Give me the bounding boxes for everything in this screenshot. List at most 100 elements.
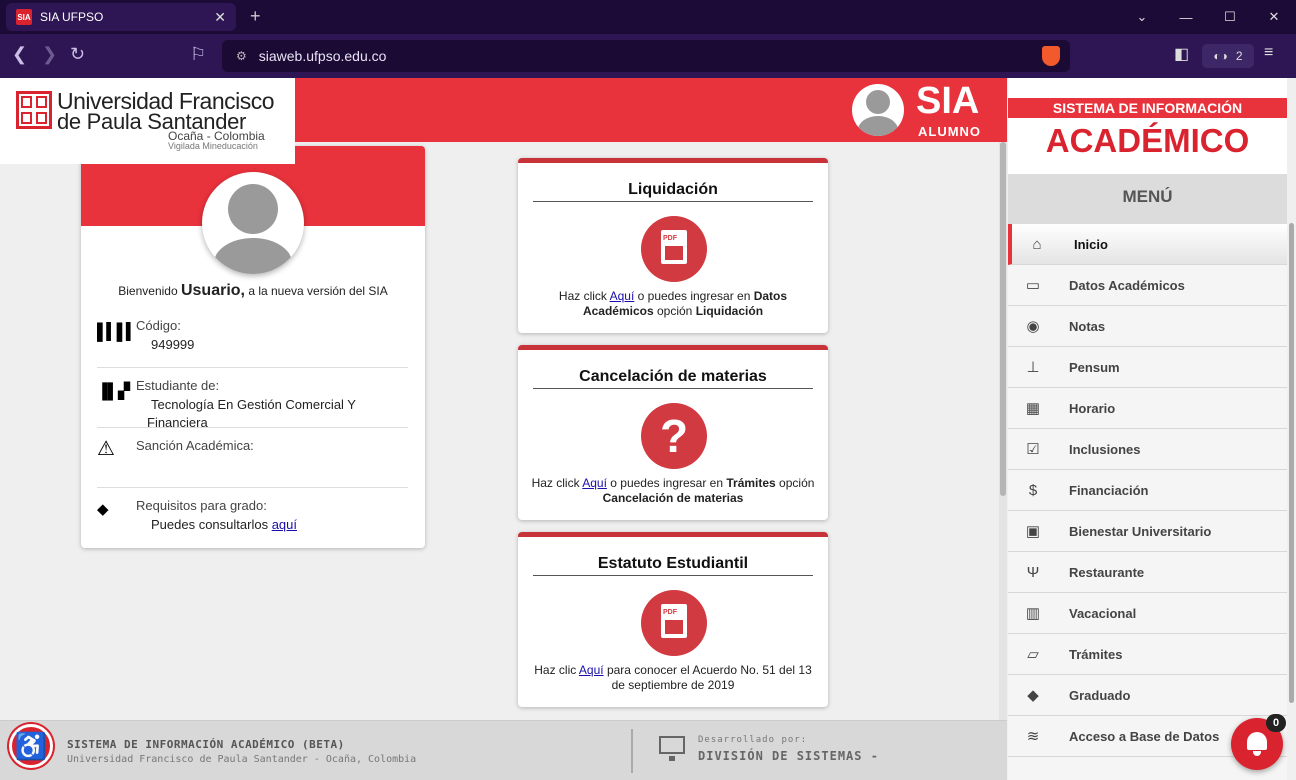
footer-divider [631, 729, 633, 773]
sidebar-item-graduado[interactable]: ◆ Graduado [1008, 675, 1287, 716]
url-text: siaweb.ufpso.edu.co [258, 48, 387, 64]
sidebar-item-datos-academicos[interactable]: ▭ Datos Académicos [1008, 265, 1287, 306]
codigo-value: 949999 [151, 337, 195, 352]
sidebar-item-bienestar-universitario[interactable]: ▣ Bienestar Universitario [1008, 511, 1287, 552]
back-icon[interactable]: ❮ [12, 44, 27, 65]
graduation-cap-icon: ◆ [1027, 687, 1039, 704]
sancion-row: ⚠ Sanción Académica: [97, 438, 408, 488]
sidebar-scrollbar[interactable] [1287, 223, 1296, 780]
sidebar-item-label: Inclusiones [1069, 441, 1141, 457]
barcode-icon: ▌▍▌▍ [97, 324, 138, 341]
sidebar-item-tramites[interactable]: ▱ Trámites [1008, 634, 1287, 675]
footer-title: SISTEMA DE INFORMACIÓN ACADÉMICO (BETA) [67, 738, 345, 751]
user-avatar[interactable] [852, 84, 904, 136]
question-icon[interactable]: ? [641, 403, 707, 469]
card-cancelacion-title: Cancelación de materias [533, 368, 813, 389]
warning-icon: ⚠ [97, 438, 115, 460]
window-count: 2 [1235, 49, 1243, 63]
close-tab-icon[interactable]: ✕ [214, 9, 226, 26]
sidebar-item-label: Datos Académicos [1069, 277, 1185, 293]
card-estatuto-text: Haz clic Aquí para conocer el Acuerdo No… [534, 663, 812, 692]
briefcase-icon: ▣ [1025, 523, 1041, 540]
new-tab-icon[interactable]: + [250, 6, 261, 27]
estatuto-link[interactable]: Aquí [579, 663, 604, 677]
browser-tab[interactable]: SIA SIA UFPSO ✕ [6, 3, 236, 31]
sidebar-item-inicio[interactable]: ⌂ Inicio [1008, 224, 1287, 265]
sidebar-item-label: Graduado [1069, 687, 1131, 703]
close-window-icon[interactable]: ✕ [1252, 0, 1296, 34]
site-settings-icon[interactable]: ⚙ [236, 49, 247, 63]
tab-title: SIA UFPSO [40, 10, 104, 24]
requisitos-link[interactable]: aquí [272, 517, 297, 532]
card-estatuto-title: Estatuto Estudiantil [533, 555, 813, 576]
glasses-icon: ◐◑ [1213, 49, 1228, 63]
tab-search-icon[interactable]: ⌄ [1120, 0, 1164, 34]
university-logo[interactable]: Universidad Francisco de Paula Santander… [0, 78, 295, 164]
requisitos-row: ◆ Requisitos para grado: Puedes consulta… [97, 498, 408, 542]
sidebar-item-inclusiones[interactable]: ☑ Inclusiones [1008, 429, 1287, 470]
sidebar-item-label: Notas [1069, 318, 1106, 334]
sidebar-header-small: SISTEMA DE INFORMACIÓN [1008, 98, 1287, 118]
sancion-label: Sanción Académica: [136, 438, 254, 453]
sidebar-item-notas[interactable]: ◉ Notas [1008, 306, 1287, 347]
programa-value: Tecnología En Gestión Comercial Y Financ… [147, 397, 356, 430]
calendar-icon: ▦ [1025, 400, 1041, 417]
sidebar-item-financiacion[interactable]: $ Financiación [1008, 470, 1287, 511]
sidebar-header: SISTEMA DE INFORMACIÓN ACADÉMICO [1008, 78, 1287, 174]
medal-icon: ◉ [1026, 318, 1040, 335]
forward-icon[interactable]: ❯ [42, 44, 57, 65]
card-liquidacion-title: Liquidación [533, 181, 813, 202]
programa-label: Estudiante de: [136, 378, 220, 393]
brave-shield-icon[interactable] [1042, 46, 1060, 66]
sidebar-item-label: Vacacional [1069, 605, 1137, 621]
ufps-logo-mark-icon [16, 91, 52, 129]
reload-icon[interactable]: ↻ [70, 44, 85, 65]
sidebar-item-horario[interactable]: ▦ Horario [1008, 388, 1287, 429]
card-cancelacion: Cancelación de materias ? Haz click Aquí… [518, 345, 828, 520]
menu-title: MENÚ [1008, 174, 1287, 224]
sidebar-item-label: Financiación [1069, 482, 1149, 498]
address-bar-row: ❮ ❯ ↻ ⚐ ⚙ siaweb.ufpso.edu.co ◧ ≡ [0, 34, 1296, 78]
profile-card: Bienvenido Usuario, a la nueva versión d… [81, 146, 425, 548]
maximize-icon[interactable]: ☐ [1208, 0, 1252, 34]
sidebar-item-label: Bienestar Universitario [1069, 523, 1212, 539]
sidebar-item-restaurante[interactable]: Ψ Restaurante [1008, 552, 1287, 593]
dollar-icon: $ [1028, 481, 1038, 499]
sidebar-item-label: Restaurante [1069, 564, 1145, 580]
sidebar-item-label: Acceso a Base de Datos [1069, 728, 1220, 744]
monitor-icon [659, 736, 685, 761]
notification-count: 0 [1266, 714, 1286, 732]
cancelacion-link[interactable]: Aquí [582, 476, 607, 490]
url-field[interactable]: ⚙ siaweb.ufpso.edu.co [222, 40, 1070, 72]
sidebar-item-vacacional[interactable]: ▥ Vacacional [1008, 593, 1287, 634]
liquidacion-link[interactable]: Aquí [610, 289, 635, 303]
programa-row: ▐▌▞ Estudiante de: Tecnología En Gestión… [97, 378, 408, 430]
graduation-cap-icon: ◆ [97, 501, 109, 518]
accessibility-icon[interactable]: ♿ [9, 724, 53, 768]
folder-icon: ▱ [1027, 646, 1039, 663]
codigo-label: Código: [136, 318, 181, 333]
credit-card-icon: ▭ [1025, 277, 1041, 294]
bookmark-icon[interactable]: ⚐ [190, 44, 206, 65]
sidebar-item-label: Inicio [1074, 236, 1108, 252]
sidebar-menu: SISTEMA DE INFORMACIÓN ACADÉMICO MENÚ ⌂ I… [1008, 78, 1287, 780]
user-name: Usuario, [180, 282, 245, 299]
private-windows-counter[interactable]: ◐◑ 2 [1202, 44, 1254, 68]
minimize-icon[interactable]: — [1164, 0, 1208, 34]
card-liquidacion-text: Haz click Aquí o puedes ingresar en Dato… [558, 289, 788, 318]
books-icon: ▐▌▞ [97, 383, 130, 400]
card-cancelacion-text: Haz click Aquí o puedes ingresar en Trám… [531, 476, 815, 505]
sidebar-item-label: Horario [1069, 400, 1116, 416]
home-icon: ⌂ [1032, 235, 1042, 253]
page-scrollbar[interactable] [999, 142, 1007, 720]
sidebar-item-pensum[interactable]: ⊥ Pensum [1008, 347, 1287, 388]
checkbox-icon: ☑ [1026, 441, 1040, 458]
pdf-icon[interactable]: PDF [641, 216, 707, 282]
sidebar-toggle-icon[interactable]: ◧ [1174, 44, 1189, 64]
pdf-icon[interactable]: PDF [641, 590, 707, 656]
developer-name: DIVISIÓN DE SISTEMAS - [698, 749, 879, 763]
window-controls: ⌄ — ☐ ✕ [1120, 0, 1296, 34]
footer-subtitle: Universidad Francisco de Paula Santander… [67, 754, 417, 765]
menu-icon[interactable]: ≡ [1264, 44, 1273, 62]
logo-line4: Vigilada Mineducación [168, 141, 258, 151]
